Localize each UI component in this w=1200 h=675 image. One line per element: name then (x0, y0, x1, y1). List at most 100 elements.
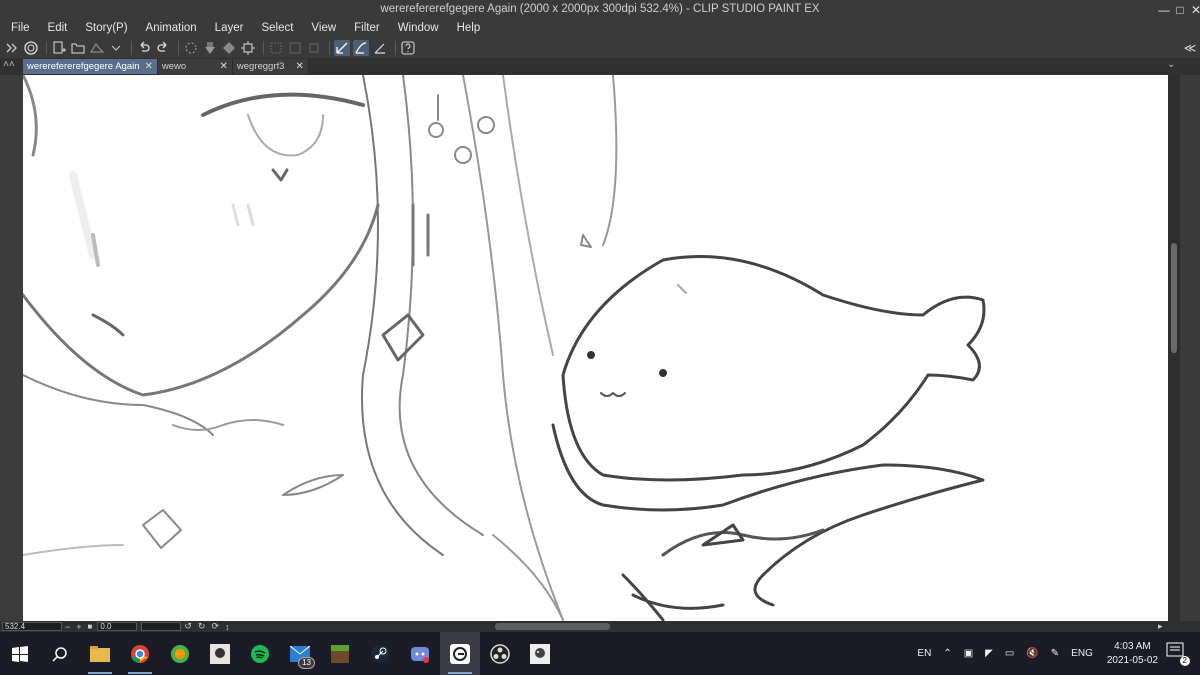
system-tray: EN ⌃ ▣ ◤ ▭ 🔇 ✎ ENG 4:03 AM 2021-05-02 2 (911, 632, 1200, 675)
right-panel-strip (1180, 75, 1200, 621)
zoom-in-icon[interactable]: + (76, 622, 81, 632)
clock-time: 4:03 AM (1114, 640, 1151, 652)
tab-label: wewo (161, 61, 187, 72)
battery-icon[interactable]: ▭ (1005, 648, 1014, 659)
window-title: wererefererefgegere Again (2000 x 2000px… (380, 3, 820, 15)
toolbar-divider (46, 41, 47, 55)
expand-arrows-icon[interactable] (4, 40, 20, 56)
app-icon[interactable] (200, 632, 240, 675)
fill-icon[interactable] (202, 40, 218, 56)
vertical-scrollbar[interactable] (1168, 75, 1180, 621)
menu-select[interactable]: Select (261, 22, 293, 34)
notification-icon[interactable]: 2 (1166, 642, 1190, 666)
search-icon[interactable] (40, 632, 80, 675)
running-indicator (88, 672, 112, 674)
clear-icon[interactable] (240, 40, 256, 56)
app-window: wererefererefgegere Again (2000 x 2000px… (0, 0, 1200, 675)
toolbar-divider (263, 41, 264, 55)
clip-studio-icon[interactable] (23, 40, 39, 56)
snap-grid-icon[interactable] (372, 40, 388, 56)
help-icon[interactable] (400, 40, 416, 56)
input-language[interactable]: ENG (1071, 648, 1093, 659)
mail-badge: 13 (298, 657, 315, 669)
steam-icon[interactable] (360, 632, 400, 675)
language-indicator[interactable]: EN (917, 648, 931, 659)
close-icon[interactable]: ✕ (1188, 2, 1200, 18)
maximize-icon[interactable]: □ (1172, 2, 1188, 18)
tab-label: wererefererefgegere Again (27, 61, 140, 72)
transform-icon[interactable] (221, 40, 237, 56)
network-icon[interactable]: ◤ (985, 648, 993, 659)
menu-filter[interactable]: Filter (354, 22, 380, 34)
chrome-icon[interactable] (120, 632, 160, 675)
command-bar: ≪ (0, 38, 1200, 58)
save-icon[interactable] (89, 40, 105, 56)
rotation-slider[interactable] (141, 622, 182, 631)
dropdown-icon[interactable] (108, 40, 124, 56)
toolbar-divider (395, 41, 396, 55)
toolbar-divider (131, 41, 132, 55)
menu-help[interactable]: Help (457, 22, 481, 34)
close-icon[interactable]: ✕ (145, 59, 153, 74)
undo-icon[interactable] (136, 40, 152, 56)
game-icon[interactable] (160, 632, 200, 675)
tab-document-1[interactable]: wererefererefgegere Again ✕ (23, 59, 158, 74)
meet-now-icon[interactable]: ▣ (964, 648, 973, 659)
rotation-field[interactable]: 0.0 (97, 622, 138, 631)
flip-icon[interactable]: ↕ (225, 622, 230, 632)
title-bar: wererefererefgegere Again (2000 x 2000px… (0, 0, 1200, 38)
volume-muted-icon[interactable]: 🔇 (1026, 648, 1038, 659)
crop-icon[interactable] (306, 40, 322, 56)
app2-icon[interactable] (520, 632, 560, 675)
menu-file[interactable]: File (11, 22, 30, 34)
zoom-field[interactable]: 532.4 (2, 622, 62, 631)
scrollbar-thumb[interactable] (1171, 243, 1177, 353)
actual-size-icon[interactable]: ■ (88, 622, 93, 631)
mail-icon[interactable]: 13 (280, 632, 320, 675)
clip-studio-taskbar-icon[interactable] (440, 632, 480, 675)
minimize-icon[interactable]: — (1156, 2, 1172, 18)
scroll-right-icon[interactable]: ▸ (1158, 621, 1163, 632)
pen-icon[interactable]: ✎ (1051, 648, 1059, 659)
menu-edit[interactable]: Edit (48, 22, 68, 34)
windows-taskbar: 13 EN ⌃ ▣ ◤ ▭ 🔇 ✎ ENG 4:03 AM 2021-05-02… (0, 632, 1200, 675)
menu-bar: File Edit Story(P) Animation Layer Selec… (0, 19, 498, 37)
discord-icon[interactable] (400, 632, 440, 675)
zoom-out-icon[interactable]: − (65, 622, 70, 632)
tab-document-2[interactable]: wewo ✕ (157, 59, 233, 74)
file-explorer-icon[interactable] (80, 632, 120, 675)
obs-icon[interactable] (480, 632, 520, 675)
minecraft-icon[interactable] (320, 632, 360, 675)
horizontal-scrollbar-thumb[interactable] (495, 623, 610, 630)
menu-window[interactable]: Window (398, 22, 439, 34)
start-icon[interactable] (0, 632, 40, 675)
status-bar: 532.4 − + ■ 0.0 ↺ ↻ ⟳ ↕ ▸ (0, 621, 1200, 632)
collapse-panel-icon[interactable]: ≪ (1182, 40, 1198, 56)
snap-ruler-icon[interactable] (334, 40, 350, 56)
chevron-down-icon[interactable]: ⌄ (1167, 59, 1175, 70)
drawing-canvas[interactable] (23, 75, 1168, 621)
clock[interactable]: 4:03 AM 2021-05-02 (1107, 640, 1158, 668)
snap-special-ruler-icon[interactable] (353, 40, 369, 56)
reset-rotation-icon[interactable]: ⟳ (211, 621, 219, 632)
open-folder-icon[interactable] (70, 40, 86, 56)
spotify-icon[interactable] (240, 632, 280, 675)
tab-scroll-icon[interactable]: ˄˄ (3, 59, 15, 70)
tab-document-3[interactable]: wegreggrf3 ✕ (232, 59, 309, 74)
rotate-left-icon[interactable]: ↺ (184, 621, 192, 632)
menu-layer[interactable]: Layer (215, 22, 244, 34)
chevron-up-icon[interactable]: ⌃ (943, 648, 951, 659)
loading-icon[interactable] (183, 40, 199, 56)
menu-story[interactable]: Story(P) (85, 22, 127, 34)
rotate-right-icon[interactable]: ↻ (198, 621, 206, 632)
new-canvas-icon[interactable] (51, 40, 67, 56)
menu-view[interactable]: View (311, 22, 336, 34)
redo-icon[interactable] (155, 40, 171, 56)
select-all-icon[interactable] (268, 40, 284, 56)
close-icon[interactable]: ✕ (220, 59, 228, 74)
menu-animation[interactable]: Animation (146, 22, 197, 34)
deselect-icon[interactable] (287, 40, 303, 56)
close-icon[interactable]: ✕ (296, 59, 304, 74)
running-indicator (128, 672, 152, 674)
running-indicator (448, 672, 472, 674)
